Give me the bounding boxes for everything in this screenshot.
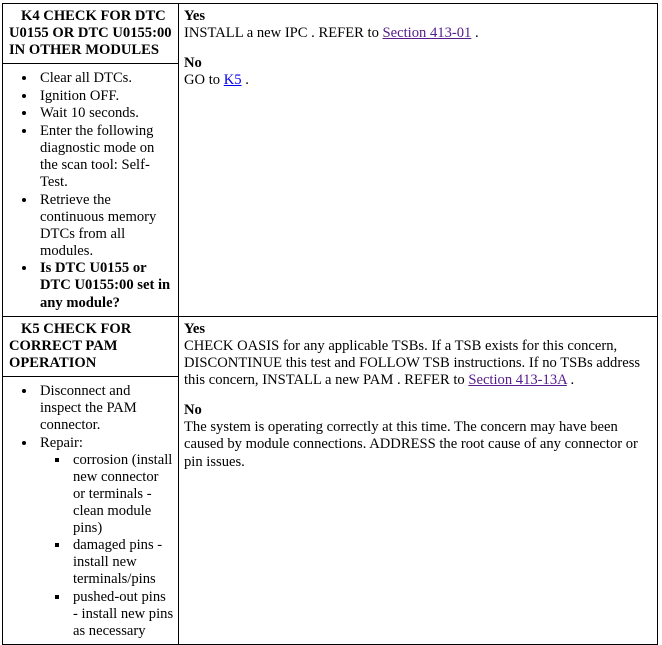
result-text: . (471, 25, 479, 42)
repair-sublist: corrosion (install new connector or term… (40, 452, 174, 640)
cross-reference-link[interactable]: Section 413-01 (383, 25, 472, 41)
list-item-label: Retrieve the continuous memory DTCs from… (40, 191, 157, 259)
result-cell-k5: Yes CHECK OASIS for any applicable TSBs. … (178, 316, 658, 645)
result-cell-k4: Yes INSTALL a new IPC . REFER to Section … (178, 2, 658, 318)
result-text: . (241, 72, 249, 89)
result-action-text: GO to K5 . (184, 72, 652, 89)
cross-reference-link[interactable]: Section 413-13A (468, 372, 567, 388)
instruction-list: Disconnect and inspect the PAM connector… (3, 383, 174, 639)
list-item-label: Clear all DTCs. (40, 70, 133, 87)
result-action-text: INSTALL a new IPC . REFER to Section 413… (184, 25, 652, 42)
sub-list-item: corrosion (install new connector or term… (70, 452, 174, 537)
step-cell-k5: K5 CHECK FOR CORRECT PAM OPERATIONDiscon… (2, 316, 179, 645)
result-action-text: CHECK OASIS for any applicable TSBs. If … (184, 338, 652, 389)
step-title-k5: K5 CHECK FOR CORRECT PAM OPERATION (3, 317, 178, 378)
list-item: Retrieve the continuous memory DTCs from… (37, 192, 174, 260)
result-text: The system is operating correctly at thi… (184, 419, 638, 470)
list-item: Disconnect and inspect the PAM connector… (37, 383, 174, 434)
result-text: . (566, 372, 575, 389)
step-cell-k4: K4 CHECK FOR DTC U0155 OR DTC U0155:00 I… (2, 2, 179, 318)
document-page: K4 CHECK FOR DTC U0155 OR DTC U0155:00 I… (0, 0, 662, 645)
step-inner-table: K4 CHECK FOR DTC U0155 OR DTC U0155:00 I… (3, 4, 178, 316)
result-label-yes: Yes (184, 8, 206, 24)
list-item-label: Enter the following diagnostic mode on t… (40, 122, 155, 191)
step-inner-table: K5 CHECK FOR CORRECT PAM OPERATIONDiscon… (3, 317, 178, 644)
table-row: K5 CHECK FOR CORRECT PAM OPERATIONDiscon… (2, 316, 658, 645)
result-label-yes: Yes (184, 321, 206, 338)
list-item: Wait 10 seconds. (37, 105, 174, 122)
result-text: GO to (184, 72, 224, 89)
list-item-label: Ignition OFF. (40, 87, 120, 104)
cross-reference-link[interactable]: K5 (224, 72, 242, 88)
table-row: K4 CHECK FOR DTC U0155 OR DTC U0155:00 I… (2, 2, 658, 318)
list-item-label: Wait 10 seconds. (40, 105, 139, 122)
table-body: K4 CHECK FOR DTC U0155 OR DTC U0155:00 I… (2, 2, 658, 645)
result-text: INSTALL a new IPC . REFER to (184, 25, 383, 42)
result-label-no: No (184, 55, 202, 72)
pinpoint-test-table: K4 CHECK FOR DTC U0155 OR DTC U0155:00 I… (2, 2, 658, 645)
result-label-no: No (184, 402, 202, 419)
sub-list-item: damaged pins - install new terminals/pin… (70, 537, 174, 588)
list-item-label: Is DTC U0155 or DTC U0155:00 set in any … (40, 260, 171, 311)
list-item-label: Repair: (40, 434, 83, 451)
step-title-k4: K4 CHECK FOR DTC U0155 OR DTC U0155:00 I… (3, 4, 178, 65)
list-item-label: Disconnect and inspect the PAM connector… (40, 383, 137, 434)
list-item: Repair:corrosion (install new connector … (37, 435, 174, 640)
step-instructions-k4: Clear all DTCs.Ignition OFF.Wait 10 seco… (3, 64, 178, 316)
result-action-text: The system is operating correctly at thi… (184, 419, 652, 470)
step-instructions-k5: Disconnect and inspect the PAM connector… (3, 377, 178, 644)
sub-list-item: pushed-out pins - install new pins as ne… (70, 589, 174, 640)
list-item: Enter the following diagnostic mode on t… (37, 123, 174, 191)
list-item: Ignition OFF. (37, 88, 174, 105)
list-item: Clear all DTCs. (37, 70, 174, 87)
list-item: Is DTC U0155 or DTC U0155:00 set in any … (37, 260, 174, 311)
instruction-list: Clear all DTCs.Ignition OFF.Wait 10 seco… (3, 70, 174, 311)
